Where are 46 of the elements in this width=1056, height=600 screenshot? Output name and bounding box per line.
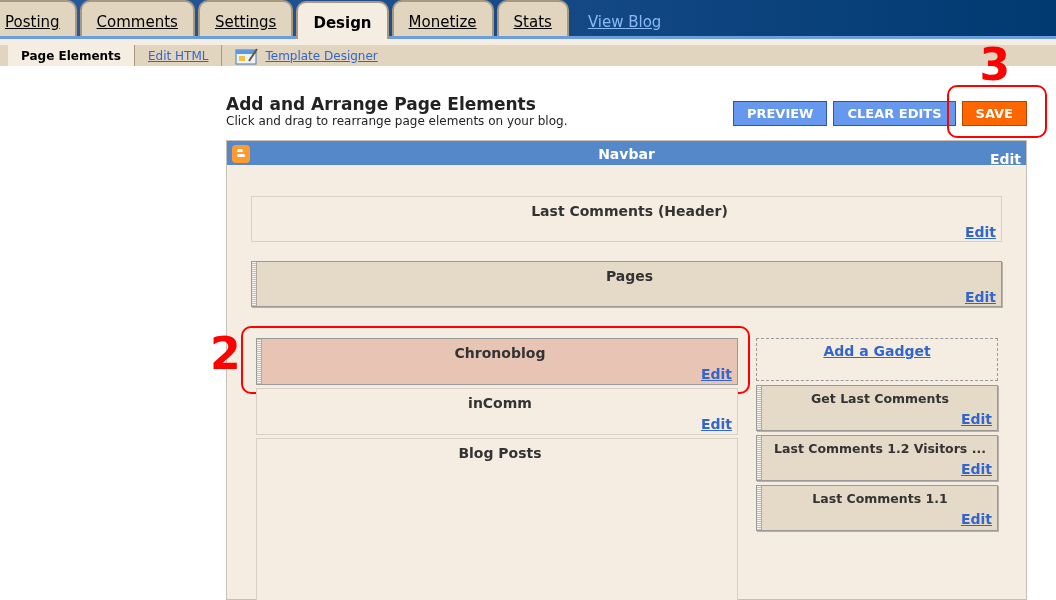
gadget-title: Last Comments 1.1 [812, 490, 948, 508]
gadget-box[interactable]: Blog Posts [256, 438, 738, 600]
sub-tab[interactable]: Page Elements [8, 45, 135, 66]
gadget-box[interactable]: Last Comments 1.1 Edit [756, 485, 998, 531]
gadget-box[interactable]: Chronoblog Edit [256, 338, 738, 385]
add-gadget-link[interactable]: Add a Gadget [823, 341, 931, 362]
gadget-box[interactable]: Last Comments 1.2 Visitors ... Edit [756, 435, 998, 481]
gadget-title: Get Last Comments [811, 390, 949, 408]
page-title: Add and Arrange Page Elements [226, 94, 537, 114]
sub-tab[interactable]: Template Designer [222, 45, 391, 66]
gadget-box[interactable]: inComm Edit [256, 388, 738, 435]
drag-handle-icon[interactable] [252, 262, 257, 306]
page-subtitle: Click and drag to rearrange page elements on your blog. [226, 114, 568, 128]
gadget-title: Chronoblog [454, 344, 546, 363]
gadget-box[interactable]: Pages Edit [251, 261, 1002, 307]
tab[interactable]: Settings [197, 0, 294, 36]
tab[interactable]: Design [296, 1, 389, 39]
navbar-title: Navbar [598, 145, 655, 164]
edit-link[interactable]: Edit [964, 222, 996, 243]
view-blog-link[interactable]: View Blog [587, 10, 662, 33]
sub-tab[interactable]: Edit HTML [135, 45, 223, 66]
annotation-number: 3 [979, 42, 1011, 87]
gadget-title: Pages [605, 267, 654, 286]
drag-handle-icon[interactable] [757, 436, 762, 480]
drag-handle-icon[interactable] [757, 386, 762, 430]
tab[interactable]: Posting [0, 0, 77, 36]
edit-link[interactable]: Edit [960, 508, 992, 530]
gadget-title: Last Comments 1.2 Visitors ... [774, 440, 986, 458]
annotation-number: 2 [210, 332, 241, 376]
gadget-box[interactable]: Last Comments (Header) Edit [251, 196, 1002, 242]
edit-link[interactable]: Edit [964, 287, 996, 308]
drag-handle-icon[interactable] [257, 339, 262, 384]
template-designer-icon [235, 46, 260, 65]
edit-link[interactable]: Edit [960, 408, 992, 430]
tab[interactable]: Comments [79, 0, 195, 36]
edit-link[interactable]: Edit [989, 149, 1021, 170]
tab[interactable]: Stats [496, 0, 569, 36]
blogger-logo-icon [232, 145, 250, 163]
gadget-title: Last Comments (Header) [531, 202, 728, 221]
edit-link[interactable]: Edit [700, 414, 732, 435]
gadget-box[interactable]: Get Last Comments Edit [756, 385, 998, 431]
gadget-title: Blog Posts [458, 444, 542, 463]
gadget-title: inComm [468, 394, 532, 413]
tab[interactable]: Monetize [391, 0, 494, 36]
drag-handle-icon[interactable] [757, 486, 762, 530]
edit-link[interactable]: Edit [960, 458, 992, 480]
